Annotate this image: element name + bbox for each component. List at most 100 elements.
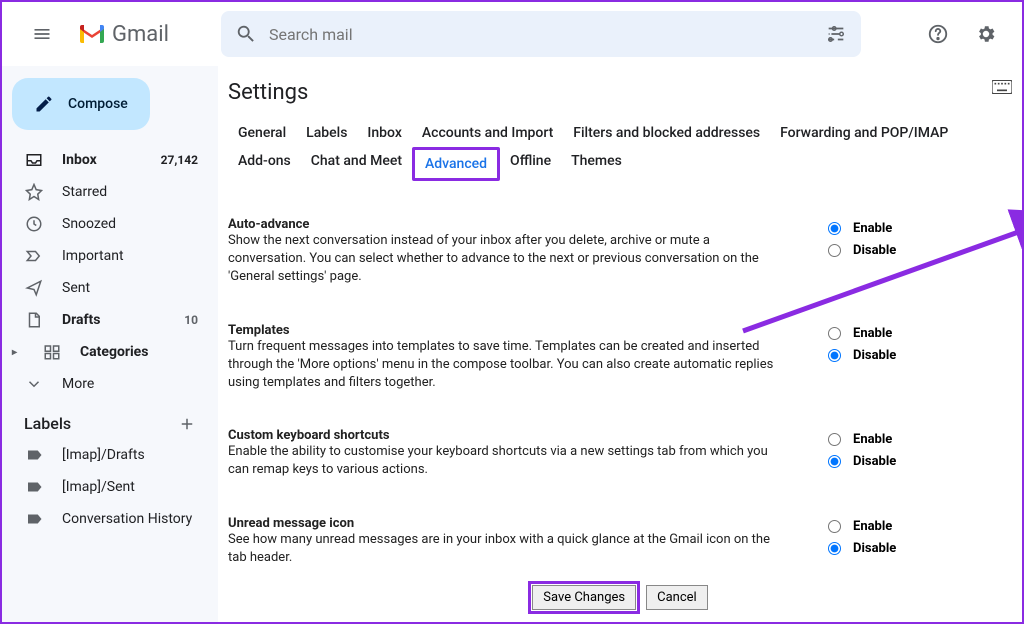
- settings-tabs: General Labels Inbox Accounts and Import…: [218, 119, 1022, 191]
- tab-themes[interactable]: Themes: [561, 147, 632, 181]
- tab-filters[interactable]: Filters and blocked addresses: [563, 119, 770, 147]
- radio-disable[interactable]: Disable: [828, 450, 958, 472]
- sidebar-item-snoozed[interactable]: Snoozed: [2, 208, 210, 240]
- tab-inbox[interactable]: Inbox: [357, 119, 411, 147]
- nav-label: Drafts: [62, 312, 100, 328]
- label-imap-drafts[interactable]: [Imap]/Drafts: [2, 439, 210, 471]
- radio-input[interactable]: [828, 433, 841, 446]
- input-tools-icon[interactable]: [992, 80, 1012, 94]
- main-menu-button[interactable]: [18, 10, 66, 58]
- gmail-logo-icon: [78, 23, 106, 45]
- label-text: [Imap]/Sent: [62, 479, 135, 495]
- gmail-logo[interactable]: Gmail: [78, 22, 169, 47]
- setting-desc: Turn frequent messages into templates to…: [228, 338, 788, 393]
- sidebar-item-more[interactable]: More: [2, 368, 210, 400]
- page-title: Settings: [218, 80, 1022, 119]
- tab-offline[interactable]: Offline: [500, 147, 561, 181]
- label-conversation-history[interactable]: Conversation History: [2, 503, 210, 535]
- header: Gmail: [2, 2, 1022, 66]
- search-bar[interactable]: [221, 11, 861, 57]
- tab-forwarding[interactable]: Forwarding and POP/IMAP: [770, 119, 958, 147]
- app-name: Gmail: [112, 22, 169, 47]
- label-text: [Imap]/Drafts: [62, 447, 145, 463]
- radio-disable[interactable]: Disable: [828, 239, 958, 261]
- nav-label: Categories: [80, 344, 148, 360]
- label-icon: [25, 510, 43, 528]
- nav-label: Starred: [62, 184, 107, 200]
- setting-desc: See how many unread messages are in your…: [228, 531, 788, 567]
- search-options-icon[interactable]: [825, 23, 847, 45]
- radio-disable[interactable]: Disable: [828, 345, 958, 367]
- radio-input[interactable]: [828, 349, 841, 362]
- radio-input[interactable]: [828, 455, 841, 468]
- setting-desc: Enable the ability to customise your key…: [228, 443, 788, 479]
- setting-custom-shortcuts: Custom keyboard shortcuts Enable the abi…: [228, 418, 1012, 505]
- tab-addons[interactable]: Add-ons: [228, 147, 301, 181]
- sidebar-item-starred[interactable]: Starred: [2, 176, 210, 208]
- setting-title: Auto-advance: [228, 217, 788, 232]
- categories-icon: [43, 343, 61, 361]
- label-icon: [25, 478, 43, 496]
- nav-label: Inbox: [62, 152, 97, 168]
- sidebar-item-important[interactable]: Important: [2, 240, 210, 272]
- radio-input[interactable]: [828, 520, 841, 533]
- radio-enable[interactable]: Enable: [828, 217, 958, 239]
- hamburger-icon: [32, 24, 52, 44]
- setting-auto-advance: Auto-advance Show the next conversation …: [228, 207, 1012, 313]
- sidebar-item-drafts[interactable]: Drafts 10: [2, 304, 210, 336]
- help-icon: [927, 23, 949, 45]
- button-row: Save Changes Cancel: [228, 577, 1012, 622]
- radio-input[interactable]: [828, 244, 841, 257]
- nav-count: 10: [184, 313, 198, 327]
- setting-title: Templates: [228, 323, 788, 338]
- nav-label: Important: [62, 248, 124, 264]
- label-icon: [25, 446, 43, 464]
- sidebar-item-sent[interactable]: Sent: [2, 272, 210, 304]
- nav-label: Sent: [62, 280, 90, 296]
- cancel-button[interactable]: Cancel: [646, 585, 708, 610]
- tab-advanced[interactable]: Advanced: [412, 147, 500, 181]
- radio-input[interactable]: [828, 542, 841, 555]
- settings-content: Settings General Labels Inbox Accounts a…: [218, 66, 1022, 622]
- setting-title: Custom keyboard shortcuts: [228, 428, 788, 443]
- label-text: Conversation History: [62, 511, 192, 527]
- search-input[interactable]: [269, 25, 825, 44]
- radio-input[interactable]: [828, 222, 841, 235]
- settings-button[interactable]: [966, 14, 1006, 54]
- radio-enable[interactable]: Enable: [828, 428, 958, 450]
- nav-label: Snoozed: [62, 216, 116, 232]
- radio-disable[interactable]: Disable: [828, 538, 958, 560]
- radio-input[interactable]: [828, 327, 841, 340]
- radio-enable[interactable]: Enable: [828, 323, 958, 345]
- gear-icon: [975, 23, 997, 45]
- setting-templates: Templates Turn frequent messages into te…: [228, 313, 1012, 419]
- tab-chat[interactable]: Chat and Meet: [301, 147, 412, 181]
- label-imap-sent[interactable]: [Imap]/Sent: [2, 471, 210, 503]
- save-changes-button[interactable]: Save Changes: [532, 585, 636, 610]
- clock-icon: [25, 215, 43, 233]
- important-icon: [25, 247, 43, 265]
- tab-general[interactable]: General: [228, 119, 296, 147]
- sidebar-item-categories[interactable]: ▸ Categories: [2, 336, 210, 368]
- setting-desc: Show the next conversation instead of yo…: [228, 232, 788, 287]
- pencil-icon: [34, 94, 54, 114]
- search-icon: [235, 23, 257, 45]
- radio-enable[interactable]: Enable: [828, 516, 958, 538]
- compose-label: Compose: [68, 96, 128, 112]
- labels-title: Labels: [24, 414, 71, 433]
- tab-labels[interactable]: Labels: [296, 119, 357, 147]
- expand-arrow-icon: ▸: [12, 347, 24, 358]
- setting-title: Unread message icon: [228, 516, 788, 531]
- header-actions: [918, 14, 1006, 54]
- nav-count: 27,142: [161, 153, 198, 167]
- sidebar: Compose Inbox 27,142 Starred Snoozed Imp…: [2, 66, 218, 622]
- add-label-icon[interactable]: [178, 415, 196, 433]
- support-button[interactable]: [918, 14, 958, 54]
- setting-unread-icon: Unread message icon See how many unread …: [228, 506, 1012, 577]
- star-icon: [25, 183, 43, 201]
- inbox-icon: [25, 151, 43, 169]
- tab-accounts[interactable]: Accounts and Import: [412, 119, 563, 147]
- drafts-icon: [25, 311, 43, 329]
- compose-button[interactable]: Compose: [12, 78, 150, 130]
- sidebar-item-inbox[interactable]: Inbox 27,142: [2, 144, 210, 176]
